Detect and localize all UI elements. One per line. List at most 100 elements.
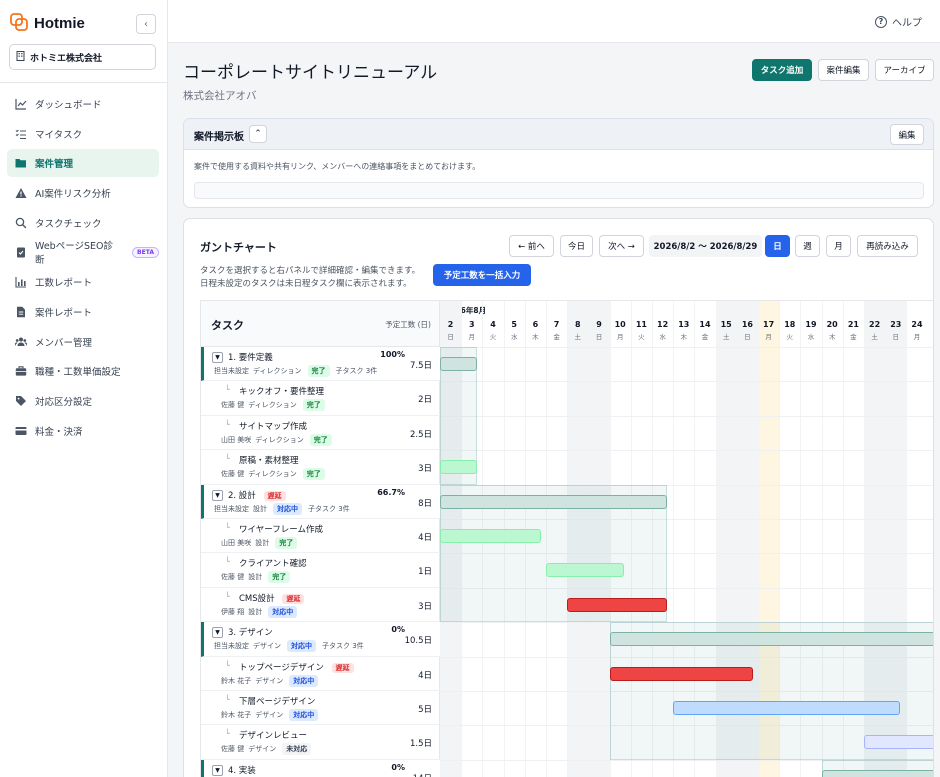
sidebar-item-3[interactable]: AI案件リスク分析	[7, 179, 159, 207]
collapse-sidebar-button[interactable]: ‹	[136, 14, 156, 34]
task-row[interactable]: └ デザインレビュー 佐藤 健デザイン 未対応 1.5日	[201, 725, 440, 760]
task-name: 2. 設計	[228, 490, 256, 501]
weekday: 金	[553, 333, 560, 341]
date-range: 2026/8/2 〜 2026/8/29	[649, 235, 762, 257]
task-bar[interactable]	[673, 701, 901, 715]
task-group-row[interactable]: ▼ 4. 実装 0% 14日	[201, 759, 440, 777]
board-collapse-toggle[interactable]: ⌃	[249, 125, 267, 143]
bulk-estimate-button[interactable]: 予定工数を一括入力	[433, 264, 531, 286]
task-bar[interactable]	[440, 357, 478, 371]
archive-button[interactable]: アーカイブ	[875, 59, 934, 81]
task-bar[interactable]	[821, 769, 933, 777]
help-link[interactable]: ? ヘルプ	[875, 14, 922, 29]
brand[interactable]: Hotmie	[10, 13, 85, 34]
estimate-value: 4日	[418, 670, 432, 681]
subtask-count: 子タスク 3件	[322, 642, 364, 651]
assignee: 佐藤 健	[221, 745, 245, 754]
task-bar[interactable]	[609, 632, 933, 647]
task-row[interactable]: └ 原稿・素材整理 佐藤 健ディレクション 完了 3日	[201, 450, 440, 485]
status-badge: 対応中	[268, 605, 298, 618]
status-badge: 対応中	[287, 640, 316, 653]
task-bar[interactable]	[546, 563, 625, 578]
next-button[interactable]: 次へ →	[599, 235, 644, 257]
view-week-button[interactable]: 週	[795, 235, 820, 257]
day-number: 14	[699, 320, 711, 329]
caret-down-icon[interactable]: ▼	[212, 627, 223, 639]
child-connector-icon: └	[225, 419, 230, 429]
task-name-wrap: ▼ 1. 要件定義	[212, 351, 273, 363]
sidebar-item-5[interactable]: WebページSEO診断 BETA	[7, 238, 159, 266]
task-row[interactable]: └ クライアント確認 佐藤 健設計 完了 1日	[201, 553, 440, 588]
add-task-button[interactable]: タスク追加	[752, 59, 812, 81]
role: デザイン	[255, 711, 284, 719]
estimate-value: 4日	[418, 533, 432, 543]
sidebar-item-11[interactable]: 料金・決済	[7, 417, 159, 445]
sidebar-item-label: 案件レポート	[35, 307, 93, 319]
task-row[interactable]: └ トップページデザイン 遅延 鈴木 花子 デザイン 対応中 4日	[201, 657, 440, 691]
progress-percent: 0%	[391, 625, 405, 635]
task-row[interactable]: └ ワイヤーフレーム作成 山田 美咲 設計 完了 4日	[201, 519, 440, 554]
weekday: 火	[638, 333, 645, 341]
weekday: 日	[892, 333, 900, 341]
org-name: ホトミエ株式会社	[30, 53, 103, 64]
day-number: 15	[720, 320, 732, 329]
edit-project-button[interactable]: 案件編集	[818, 59, 869, 81]
task-row[interactable]: └ キックオフ・要件整理 佐藤 健ディレクション 完了 2日	[201, 381, 440, 416]
task-group-row[interactable]: ▼ 2. 設計 遅延 担当未設定 設計 対応中 子タスク 3件 66.7% 8日	[201, 484, 440, 519]
child-connector-icon: └	[225, 729, 230, 739]
sidebar-item-8[interactable]: メンバー管理	[7, 328, 159, 356]
weekday: 火	[786, 333, 794, 341]
sidebar-item-7[interactable]: 案件レポート	[7, 298, 159, 326]
project-board: 案件掲示板 ⌃ 編集 案件で使用する資料や共有リンク、メンバーへの連絡事項をまと…	[183, 118, 934, 208]
task-group-row[interactable]: ▼ 1. 要件定義 担当未設定 ディレクション 完了 子タスク 3件 100% 7.5日	[201, 347, 440, 382]
task-meta: 佐藤 健設計 完了	[221, 571, 291, 584]
gantt-title: ガントチャート	[200, 241, 277, 254]
task-bar[interactable]	[864, 735, 933, 750]
task-bar[interactable]	[609, 666, 753, 681]
org-selector[interactable]: ホトミエ株式会社	[9, 44, 156, 70]
prev-button[interactable]: ← 前へ	[509, 235, 554, 257]
sidebar-item-6[interactable]: 工数レポート	[7, 268, 159, 296]
caret-down-icon[interactable]: ▼	[212, 489, 223, 501]
weekday: 月	[616, 333, 624, 341]
task-bar[interactable]	[440, 494, 667, 509]
sidebar-item-2[interactable]: 案件管理	[7, 149, 159, 178]
status-badge: 完了	[307, 365, 330, 377]
sidebar-item-9[interactable]: 職種・工数単価設定	[7, 357, 159, 385]
role: ディレクション	[248, 401, 297, 410]
child-connector-icon: └	[225, 454, 230, 464]
sidebar-item-10[interactable]: 対応区分設定	[7, 387, 159, 415]
task-bar[interactable]	[440, 460, 478, 475]
delay-badge: 遅延	[263, 490, 286, 501]
board-content-area	[194, 182, 924, 199]
reload-button[interactable]: 再読み込み	[857, 235, 918, 257]
task-row[interactable]: └ CMS設計 遅延 伊藤 翔設計 対応中 3日	[201, 588, 440, 623]
status-badge: 完了	[309, 433, 332, 446]
task-bar[interactable]	[440, 529, 541, 543]
day-number: 3	[468, 320, 475, 329]
day-header: 19 水	[800, 320, 821, 341]
day-header: 18 火	[779, 320, 800, 341]
project-title: コーポレートサイトリニューアル	[183, 63, 438, 83]
caret-down-icon[interactable]: ▼	[212, 352, 223, 363]
board-edit-button[interactable]: 編集	[890, 124, 924, 145]
day-number: 16	[741, 320, 753, 329]
gantt-desc-1: タスクを選択すると右パネルで詳細確認・編集できます。	[200, 266, 421, 276]
status-badge: 対応中	[289, 709, 319, 721]
day-header: 21 金	[843, 320, 864, 341]
task-row[interactable]: └ サイトマップ作成 山田 美咲 ディレクション 完了 2.5日	[201, 416, 440, 451]
status-badge: 完了	[275, 537, 298, 549]
task-bar[interactable]	[567, 597, 667, 612]
view-day-button[interactable]: 日	[765, 235, 790, 257]
task-group-row[interactable]: ▼ 3. デザイン 担当未設定 デザイン 対応中 子タスク 3件 0% 10.5日	[201, 622, 440, 657]
day-number: 7	[553, 320, 560, 329]
task-row[interactable]: └ 下層ページデザイン 鈴木 花子 デザイン 対応中 5日	[201, 691, 440, 726]
view-month-button[interactable]: 月	[826, 235, 851, 257]
today-button[interactable]: 今日	[560, 235, 593, 257]
caret-down-icon[interactable]: ▼	[212, 764, 223, 776]
day-number: 21	[847, 320, 859, 329]
sidebar-item-4[interactable]: タスクチェック	[7, 209, 159, 237]
sidebar-item-1[interactable]: マイタスク	[7, 120, 159, 148]
sidebar-item-0[interactable]: ダッシュボード	[7, 90, 159, 118]
client-name: 株式会社アオバ	[183, 90, 257, 102]
